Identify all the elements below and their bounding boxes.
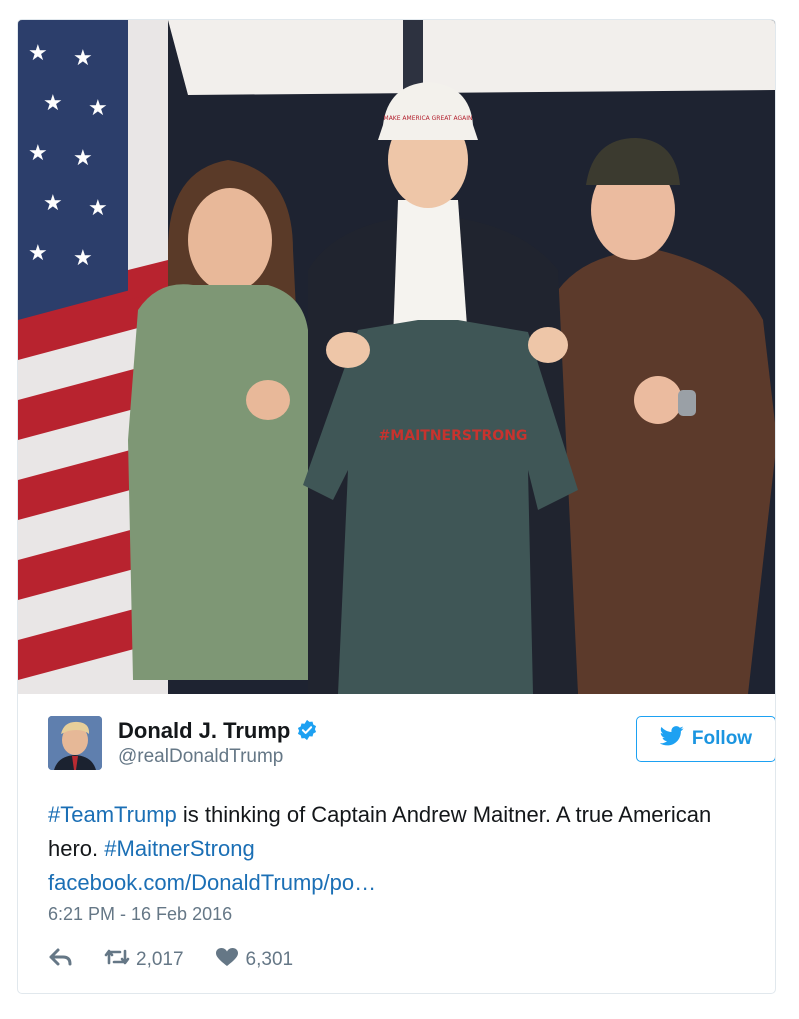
tweet-photo[interactable]: ★ ★ ★ ★ ★ ★ ★ ★ ★ ★ MAKE AMERICA GREAT A… [18,20,775,694]
retweet-button[interactable]: 2,017 [104,946,184,974]
avatar-photo [48,716,102,770]
like-button[interactable]: 6,301 [214,946,294,974]
tweet-card: ★ ★ ★ ★ ★ ★ ★ ★ ★ ★ MAKE AMERICA GREAT A… [17,19,776,994]
photo-illustration: ★ ★ ★ ★ ★ ★ ★ ★ ★ ★ MAKE AMERICA GREAT A… [18,20,775,694]
external-link[interactable]: facebook.com/DonaldTrump/po… [48,870,376,895]
tweet-timestamp[interactable]: 6:21 PM - 16 Feb 2016 [48,904,232,925]
reply-button[interactable] [48,946,74,974]
author-name-row: Donald J. Trump [118,718,318,744]
tweet-text: #TeamTrump is thinking of Captain Andrew… [48,798,748,900]
retweet-count: 2,017 [136,949,184,970]
avatar[interactable] [48,716,102,770]
follow-button[interactable]: Follow [636,716,775,762]
svg-text:★: ★ [43,191,63,216]
svg-text:★: ★ [73,46,93,71]
hat-text: MAKE AMERICA GREAT AGAIN [384,115,473,122]
tweet-actions: 2,017 6,301 [48,945,323,975]
svg-text:★: ★ [88,96,108,121]
like-count: 6,301 [245,949,294,970]
svg-text:★: ★ [43,91,63,116]
hashtag-link[interactable]: #MaitnerStrong [104,836,254,861]
svg-text:★: ★ [28,141,48,166]
svg-text:★: ★ [73,146,93,171]
hashtag-link[interactable]: #TeamTrump [48,802,177,827]
tweet-header: Donald J. Trump @realDonaldTrump Follow [48,716,775,776]
reply-icon [48,946,74,974]
author-block[interactable]: Donald J. Trump @realDonaldTrump [118,718,318,770]
svg-text:★: ★ [88,196,108,221]
twitter-bird-icon [659,726,684,752]
svg-text:★: ★ [28,41,48,66]
retweet-icon [104,946,130,974]
follow-button-label: Follow [691,728,753,749]
verified-badge-icon [296,719,318,741]
shirt-text: #MAITNERSTRONG [379,428,528,444]
heart-icon [214,946,240,974]
author-handle[interactable]: @realDonaldTrump [118,744,318,770]
author-display-name[interactable]: Donald J. Trump [118,718,290,743]
svg-text:★: ★ [73,246,93,271]
svg-text:★: ★ [28,241,48,266]
